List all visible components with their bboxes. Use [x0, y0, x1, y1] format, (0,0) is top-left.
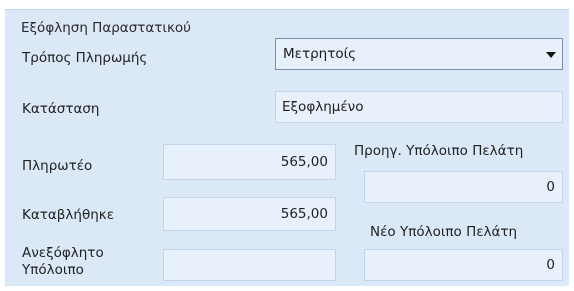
unpaid-balance-label-line1: Ανεξόφλητο [22, 245, 104, 261]
unpaid-balance-field[interactable] [163, 249, 336, 281]
payment-method-value: Μετρητοίς [283, 46, 357, 62]
prev-customer-balance-label: Προηγ. Υπόλοιπο Πελάτη [354, 143, 524, 159]
unpaid-balance-label-line2: Υπόλοιπο [22, 262, 84, 278]
chevron-down-icon[interactable] [546, 52, 556, 58]
payable-label: Πληρωτέο [22, 158, 93, 174]
payable-field[interactable]: 565,00 [163, 144, 336, 180]
payment-method-dropdown[interactable]: Μετρητοίς [275, 38, 563, 70]
payment-panel-window: Εξόφληση Παραστατικού Τρόπος Πληρωμής Με… [0, 0, 574, 291]
paid-field[interactable]: 565,00 [163, 197, 336, 231]
status-field[interactable]: Εξοφλημένο [275, 91, 563, 123]
paid-label: Καταβλήθηκε [22, 207, 115, 223]
prev-customer-balance-field[interactable]: 0 [364, 171, 563, 203]
new-customer-balance-field[interactable]: 0 [364, 249, 563, 281]
new-customer-balance-label: Νέο Υπόλοιπο Πελάτη [370, 224, 518, 240]
group-title: Εξόφληση Παραστατικού [19, 20, 195, 38]
status-label: Κατάσταση [22, 101, 100, 117]
payment-method-label: Τρόπος Πληρωμής [22, 50, 148, 66]
